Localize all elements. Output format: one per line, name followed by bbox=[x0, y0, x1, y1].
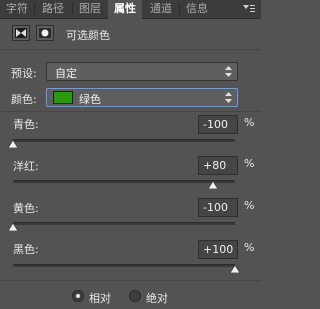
black-slider-track[interactable] bbox=[13, 264, 235, 267]
black-value-field[interactable]: +100 bbox=[198, 240, 238, 259]
adjustment-icon[interactable] bbox=[12, 25, 30, 41]
yellow-slider-track[interactable] bbox=[13, 222, 235, 225]
absolute-label[interactable]: 绝对 bbox=[146, 290, 168, 306]
divider bbox=[0, 280, 261, 281]
dropdown-arrows-icon bbox=[225, 92, 232, 103]
magenta-label: 洋红: bbox=[13, 160, 39, 173]
panel-menu-icon[interactable] bbox=[243, 3, 255, 15]
preset-label: 预设: bbox=[11, 67, 37, 80]
magenta-percent: % bbox=[244, 157, 255, 170]
tab-properties[interactable]: 属性 bbox=[108, 0, 142, 19]
colors-select[interactable]: 绿色 bbox=[46, 88, 238, 107]
colors-value: 绿色 bbox=[79, 93, 101, 106]
panel-tab-bar: 字符 路径 图层 属性 通道 信息 bbox=[0, 0, 261, 19]
tab-divider bbox=[72, 3, 73, 15]
yellow-slider-thumb[interactable] bbox=[8, 223, 18, 231]
cyan-label: 青色: bbox=[13, 118, 39, 131]
cyan-percent: % bbox=[244, 116, 255, 129]
mask-icon[interactable] bbox=[36, 25, 54, 41]
preset-select[interactable]: 自定 bbox=[46, 62, 238, 81]
magenta-slider-track[interactable] bbox=[13, 180, 235, 183]
dropdown-arrows-icon bbox=[225, 66, 232, 77]
tab-divider bbox=[179, 3, 180, 15]
properties-header: 可选颜色 bbox=[0, 19, 261, 50]
relative-label[interactable]: 相对 bbox=[89, 290, 111, 306]
black-label: 黑色: bbox=[13, 243, 39, 256]
yellow-label: 黄色: bbox=[13, 202, 39, 215]
cyan-slider-thumb[interactable] bbox=[8, 140, 18, 148]
tab-divider bbox=[34, 3, 35, 15]
cyan-value-field[interactable]: -100 bbox=[198, 115, 238, 134]
tab-paths[interactable]: 路径 bbox=[36, 0, 70, 18]
absolute-radio[interactable] bbox=[129, 290, 141, 302]
black-slider-thumb[interactable] bbox=[230, 265, 240, 273]
tab-info[interactable]: 信息 bbox=[181, 0, 213, 18]
black-percent: % bbox=[244, 241, 255, 254]
divider bbox=[0, 111, 261, 112]
colors-label: 颜色: bbox=[11, 93, 37, 106]
yellow-percent: % bbox=[244, 199, 255, 212]
tab-layers[interactable]: 图层 bbox=[74, 0, 106, 18]
preset-value: 自定 bbox=[55, 67, 77, 80]
cyan-slider-track[interactable] bbox=[13, 139, 235, 142]
tab-character[interactable]: 字符 bbox=[2, 0, 32, 18]
magenta-value-field[interactable]: +80 bbox=[198, 156, 238, 175]
color-swatch bbox=[53, 91, 73, 104]
relative-radio[interactable] bbox=[72, 290, 84, 302]
magenta-slider-thumb[interactable] bbox=[207, 181, 218, 189]
panel-title: 可选颜色 bbox=[66, 29, 110, 42]
yellow-value-field[interactable]: -100 bbox=[198, 198, 238, 217]
tab-channels[interactable]: 通道 bbox=[145, 0, 177, 18]
